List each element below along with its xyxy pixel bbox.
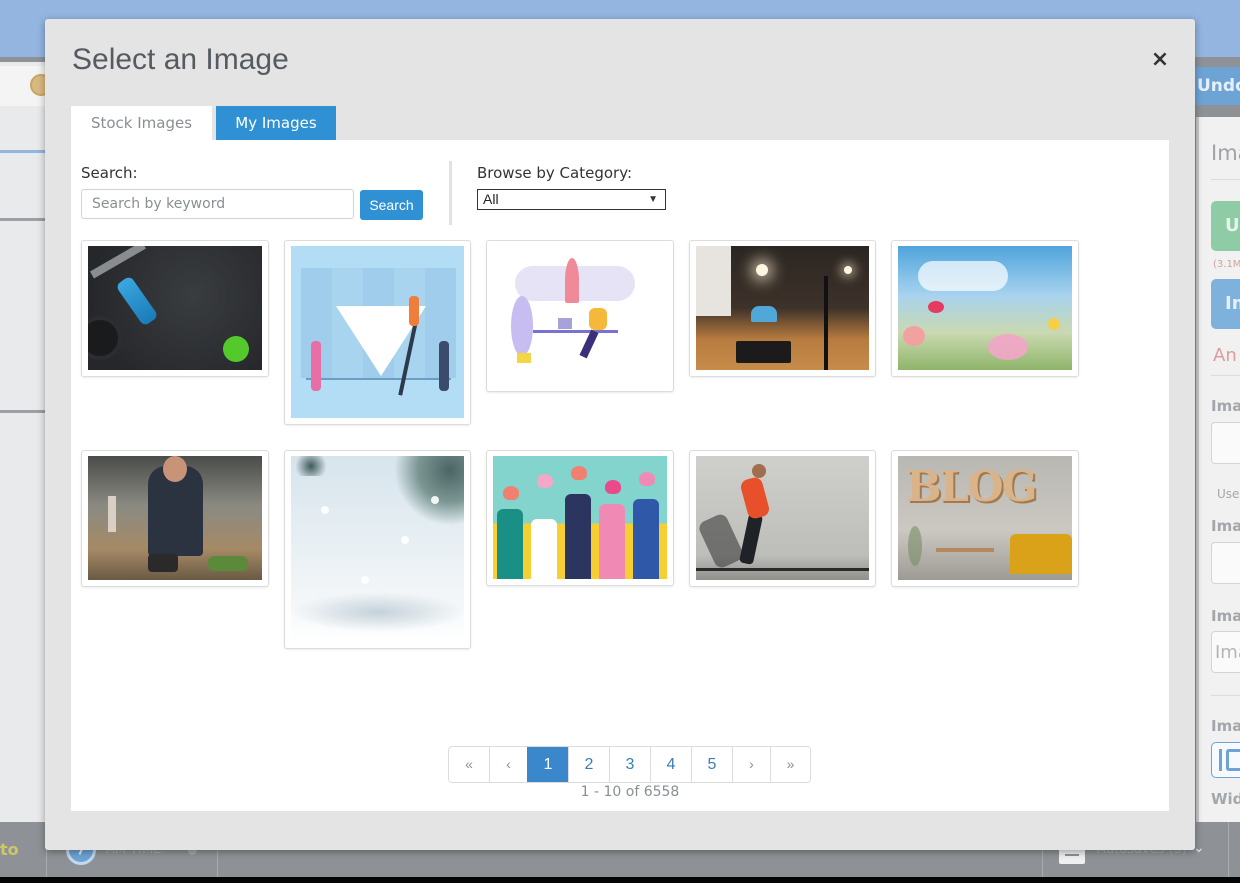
search-label: Search:: [81, 164, 138, 182]
modal-title: Select an Image: [72, 43, 289, 76]
image-gym-equipment: [88, 246, 262, 370]
app-left-panel: [0, 62, 46, 822]
panel-heading: Ima: [1211, 141, 1240, 165]
image-chef-cooking: [88, 456, 262, 580]
category-label: Browse by Category:: [477, 164, 633, 182]
image-thumbnail[interactable]: [891, 240, 1079, 377]
image-thumbnail[interactable]: BLOG: [891, 450, 1079, 587]
app-right-panel: Ima Up (3.1M Im An Imag Use Imag Imag Im…: [1196, 117, 1240, 822]
align-box-icon: [1226, 749, 1240, 771]
size-hint: (3.1M: [1213, 259, 1240, 270]
category-selected-value: All: [483, 191, 499, 207]
image-button[interactable]: Im: [1211, 279, 1240, 329]
divider: [1211, 375, 1240, 376]
dropdown-arrow-icon: ▼: [648, 194, 658, 205]
image-winter-snow: [291, 456, 464, 642]
category-select[interactable]: All ▼: [477, 189, 666, 210]
image-field-1[interactable]: [1211, 422, 1240, 464]
image-thumbnail[interactable]: [486, 450, 674, 586]
field-label: Widt: [1211, 790, 1240, 808]
image-thumbnail[interactable]: [81, 450, 269, 587]
divider: [449, 161, 452, 225]
pagination-page-2[interactable]: 2: [568, 747, 609, 782]
image-podcast-studio: [696, 246, 869, 370]
upload-button[interactable]: Up: [1211, 201, 1240, 251]
pagination-first-button[interactable]: «: [449, 747, 489, 782]
divider: [0, 410, 46, 413]
pagination-page-3[interactable]: 3: [609, 747, 650, 782]
field-label: Imag: [1211, 607, 1240, 625]
error-text: An: [1213, 345, 1237, 366]
image-source-tabs: Stock Images My Images: [71, 106, 336, 140]
image-marketing-funnel: [291, 246, 464, 418]
select-image-modal: Select an Image × Stock Images My Images…: [45, 19, 1195, 850]
divider: [0, 218, 46, 221]
pagination: « ‹ 1 2 3 4 5 › »: [448, 746, 811, 783]
image-office-illustration: [493, 246, 667, 385]
image-wild-flowers: [898, 246, 1072, 370]
pagination-page-5[interactable]: 5: [691, 747, 732, 782]
image-thumbnail[interactable]: [486, 240, 674, 392]
search-button[interactable]: Search: [360, 190, 423, 220]
image-woman-running: [696, 456, 869, 580]
search-input[interactable]: [81, 189, 354, 219]
use-hint: Use: [1217, 487, 1240, 501]
tab-my-images[interactable]: My Images: [216, 106, 336, 140]
image-thumbnail[interactable]: [689, 240, 876, 377]
divider: [1211, 695, 1240, 696]
tab-stock-images[interactable]: Stock Images: [71, 106, 212, 140]
bottom-left-text: to: [0, 840, 19, 859]
pagination-summary: 1 - 10 of 6558: [580, 784, 680, 800]
pagination-last-button[interactable]: »: [770, 747, 810, 782]
field-label: Imag: [1211, 717, 1240, 735]
image-hands-hearts: [493, 456, 667, 579]
image-field-2[interactable]: [1211, 542, 1240, 584]
pagination-page-4[interactable]: 4: [650, 747, 691, 782]
field-label: Imag: [1211, 517, 1240, 535]
close-icon[interactable]: ×: [1148, 47, 1172, 73]
undo-button[interactable]: Undo: [1192, 67, 1240, 105]
modal-body: Search: Search Browse by Category: All ▼: [71, 140, 1169, 811]
image-thumbnail[interactable]: [284, 450, 471, 649]
image-blog-letters: BLOG: [898, 456, 1072, 580]
pagination-prev-button[interactable]: ‹: [489, 747, 527, 782]
field-label: Imag: [1211, 397, 1240, 415]
divider: [1211, 179, 1240, 180]
pagination-page-1[interactable]: 1: [527, 747, 568, 782]
image-thumbnail[interactable]: [284, 240, 471, 425]
screen-edge: [0, 877, 1240, 883]
image-thumbnail[interactable]: [689, 450, 876, 587]
divider: [1228, 822, 1229, 877]
pagination-next-button[interactable]: ›: [732, 747, 770, 782]
image-field-3-placeholder: Ima: [1215, 642, 1240, 663]
image-thumbnail[interactable]: [81, 240, 269, 377]
divider: [0, 150, 46, 153]
